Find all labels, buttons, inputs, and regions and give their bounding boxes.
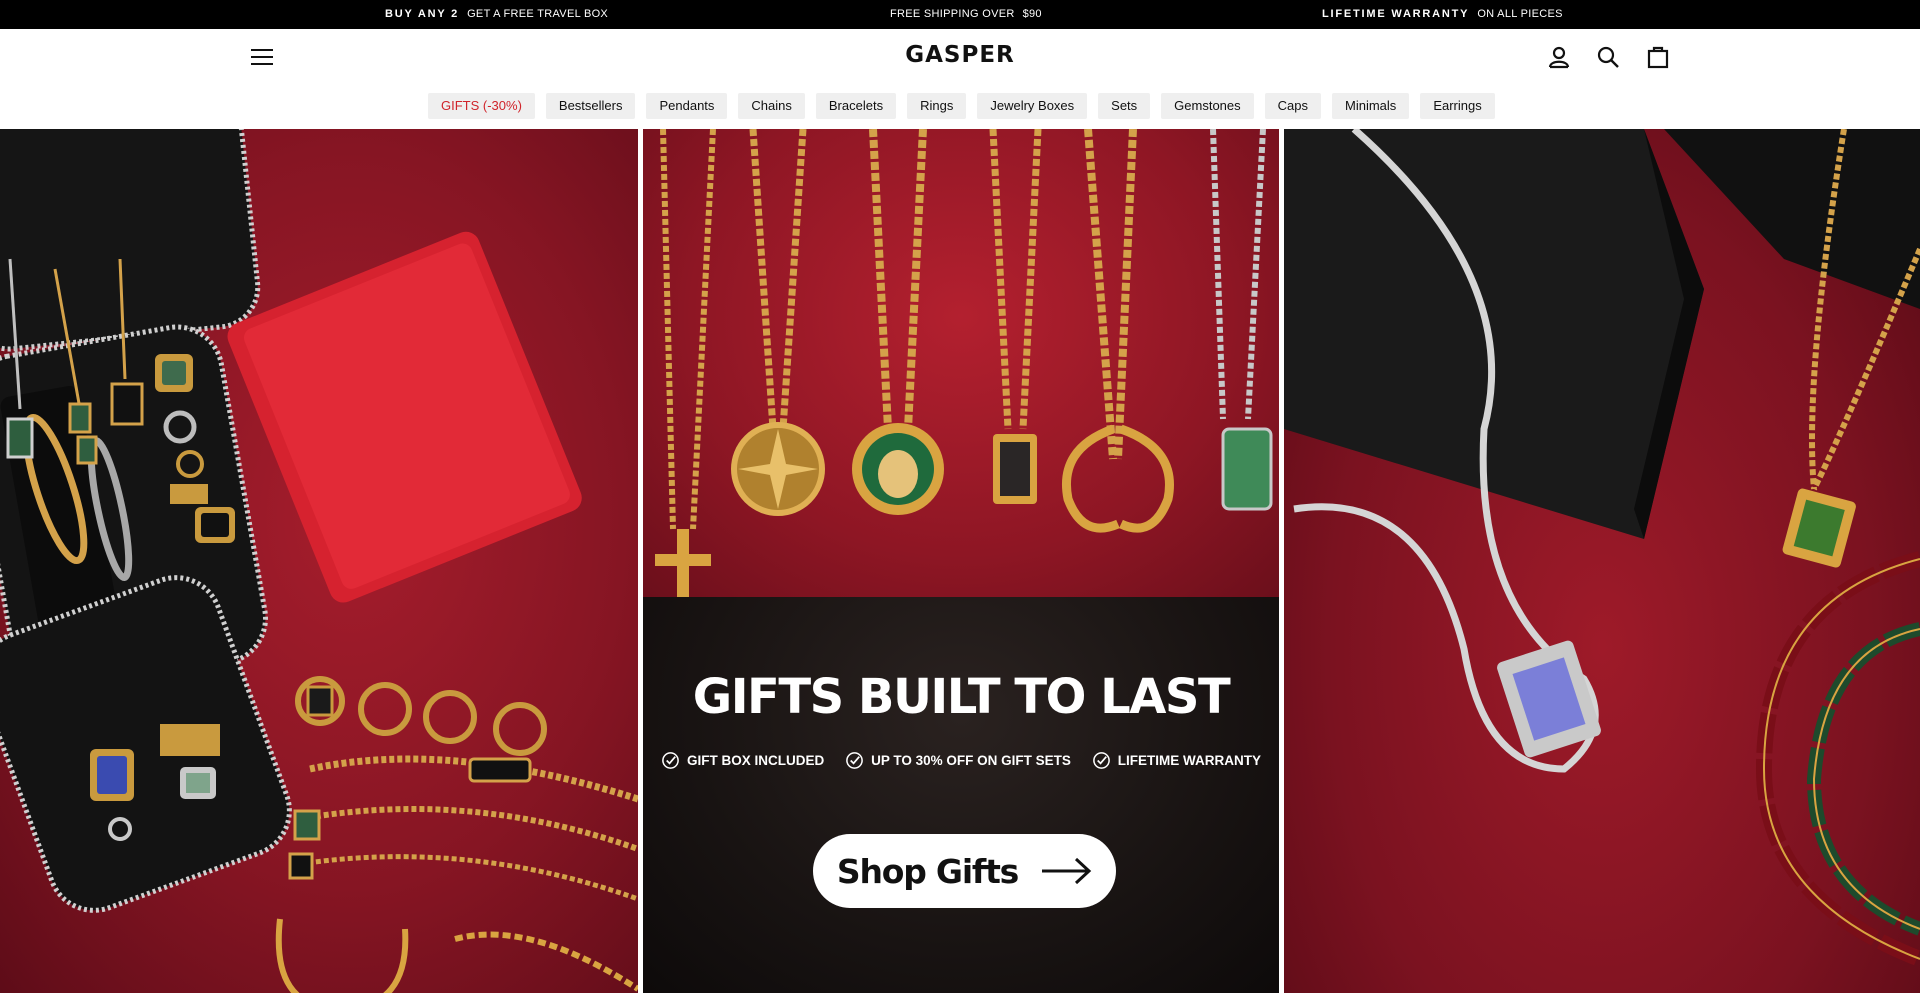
account-icon[interactable] — [1546, 44, 1572, 70]
category-earrings[interactable]: Earrings — [1420, 93, 1495, 119]
cart-icon[interactable] — [1645, 44, 1671, 70]
announcement-warranty[interactable]: LIFETIME WARRANTY ON ALL PIECES — [1322, 0, 1563, 29]
hero-image-pendants — [643, 129, 1279, 597]
perk-gift-box: GIFT BOX INCLUDED — [661, 751, 824, 770]
category-bracelets[interactable]: Bracelets — [815, 93, 897, 119]
category-nav: GIFTS (-30%) Bestsellers Pendants Chains… — [0, 83, 1920, 129]
announcement-shipping-text: FREE SHIPPING OVER — [890, 8, 1015, 20]
category-caps[interactable]: Caps — [1264, 93, 1322, 119]
category-chains[interactable]: Chains — [738, 93, 805, 119]
search-icon[interactable] — [1595, 44, 1621, 70]
hero-banner[interactable]: GIFTS BUILT TO LAST GIFT BOX INCLUDED UP… — [0, 129, 1920, 993]
hero-perks: GIFT BOX INCLUDED UP TO 30% OFF ON GIFT … — [661, 751, 1261, 770]
announcement-shipping-amount: $90 — [1022, 8, 1042, 20]
category-sets[interactable]: Sets — [1098, 93, 1151, 119]
hero-image-jewelry-boxes[interactable] — [0, 129, 638, 993]
category-bestsellers[interactable]: Bestsellers — [545, 93, 636, 119]
arrow-right-icon — [1042, 857, 1092, 885]
site-logo[interactable]: GASPER — [860, 42, 1060, 68]
announcement-shipping[interactable]: FREE SHIPPING OVER $90 — [890, 0, 1042, 29]
check-circle-icon — [662, 752, 679, 769]
category-gemstones[interactable]: Gemstones — [1161, 93, 1254, 119]
shop-gifts-button[interactable]: Shop Gifts — [813, 834, 1116, 908]
category-pendants[interactable]: Pendants — [646, 93, 728, 119]
menu-icon[interactable] — [251, 49, 273, 65]
announcement-bar: BUY ANY 2 GET A FREE TRAVEL BOX FREE SHIP… — [0, 0, 1920, 29]
category-jewelry-boxes[interactable]: Jewelry Boxes — [977, 93, 1088, 119]
check-circle-icon — [1092, 752, 1110, 769]
perk-gift-box-label: GIFT BOX INCLUDED — [687, 753, 825, 768]
check-circle-icon — [846, 752, 863, 769]
announcement-warranty-bold: LIFETIME WARRANTY — [1322, 8, 1470, 20]
hero-title: GIFTS BUILT TO LAST — [692, 669, 1231, 725]
category-gifts[interactable]: GIFTS (-30%) — [428, 93, 535, 119]
announcement-warranty-text: ON ALL PIECES — [1477, 8, 1563, 20]
perk-lifetime-warranty-label: LIFETIME WARRANTY — [1117, 753, 1261, 768]
announcement-gift-offer[interactable]: BUY ANY 2 GET A FREE TRAVEL BOX — [385, 0, 608, 29]
perk-lifetime-warranty: LIFETIME WARRANTY — [1092, 751, 1261, 770]
perk-gift-sets-discount-label: UP TO 30% OFF ON GIFT SETS — [871, 753, 1071, 768]
perk-gift-sets-discount: UP TO 30% OFF ON GIFT SETS — [845, 751, 1071, 770]
hero-center-panel[interactable]: GIFTS BUILT TO LAST GIFT BOX INCLUDED UP… — [643, 129, 1279, 993]
category-minimals[interactable]: Minimals — [1332, 93, 1410, 119]
shop-gifts-button-label: Shop Gifts — [836, 851, 1019, 891]
announcement-gift-offer-text: GET A FREE TRAVEL BOX — [467, 8, 609, 20]
announcement-gift-offer-bold: BUY ANY 2 — [385, 8, 460, 20]
category-rings[interactable]: Rings — [907, 93, 967, 119]
hero-image-necklaces[interactable] — [1284, 129, 1920, 993]
hero-text-area — [643, 597, 1279, 993]
site-header: GASPER — [0, 29, 1920, 83]
